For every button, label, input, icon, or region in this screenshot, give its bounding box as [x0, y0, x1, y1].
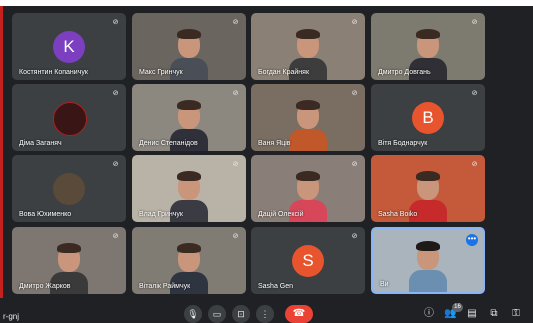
mic-off-icon: ⊘: [471, 90, 478, 97]
mic-off-icon: ⊘: [351, 90, 358, 97]
hangup-icon: ☎: [292, 308, 306, 319]
mic-off-icon: ⊘: [232, 233, 239, 240]
left-edge-accent: [0, 6, 3, 298]
participant-name: Ваня Яців: [258, 140, 291, 147]
participant-name: Костянтин Копаничук: [19, 69, 88, 76]
present-button[interactable]: ⊡: [232, 305, 250, 323]
mic-off-icon: ⊘: [471, 161, 478, 168]
participant-tile[interactable]: ⊘ Віталік Раймчук: [132, 227, 246, 294]
participant-tile[interactable]: B ⊘ Вітя Боднарчук: [371, 84, 485, 151]
more-options-icon: ⋮: [260, 309, 270, 319]
participant-tile[interactable]: ⊘ Дмитро Жарков: [12, 227, 126, 294]
present-icon: ⊡: [237, 309, 245, 319]
participant-tile[interactable]: ⊘ Богдан Крайняк: [251, 13, 365, 80]
more-options-button[interactable]: ⋮: [256, 305, 274, 323]
participant-name: Дацій Олексій: [258, 211, 304, 218]
mic-off-icon: ⊘: [112, 233, 119, 240]
participant-name: Дмитро Довгань: [378, 69, 431, 76]
participant-tile[interactable]: ⊘ Дмитро Довгань: [371, 13, 485, 80]
top-edge-bar: [0, 0, 533, 6]
participant-tile[interactable]: ⊘ Діма Заганяч: [12, 84, 126, 151]
participant-name: Влад Гринчук: [139, 211, 183, 218]
mic-off-icon: ⊘: [232, 19, 239, 26]
participant-name: Sasha Gen: [258, 283, 294, 290]
participant-tile[interactable]: S ⊘ Sasha Gen: [251, 227, 365, 294]
participant-name: Дмитро Жарков: [19, 283, 71, 290]
participant-tile[interactable]: ⊘ Влад Гринчук: [132, 155, 246, 222]
mic-off-icon: ⊘: [351, 19, 358, 26]
participant-tile[interactable]: ⊘ Денис Степанідов: [132, 84, 246, 151]
mic-off-icon: ⊘: [232, 161, 239, 168]
participant-name: Діма Заганяч: [19, 140, 62, 147]
mic-off-icon: ⊘: [232, 90, 239, 97]
participant-count-badge: 16: [452, 303, 463, 312]
activities-icon[interactable]: ⧉: [488, 308, 500, 320]
mic-icon: 🎙: [187, 309, 199, 319]
participant-tile[interactable]: ⊘ Макс Гринчук: [132, 13, 246, 80]
participant-name: Вова Юхименко: [19, 211, 72, 218]
meeting-code: r-gnj: [3, 312, 20, 321]
participant-name: Макс Гринчук: [139, 69, 183, 76]
video-feed: [409, 240, 447, 292]
participant-name: Вітя Боднарчук: [378, 140, 428, 147]
participant-tile[interactable]: ⊘ Дацій Олексій: [251, 155, 365, 222]
mic-off-icon: ⊘: [112, 19, 119, 26]
mic-off-icon: ⊘: [471, 19, 478, 26]
avatar: [53, 102, 87, 136]
participant-name: Ви: [380, 281, 389, 288]
participant-tile[interactable]: K ⊘ Костянтин Копаничук: [12, 13, 126, 80]
avatar: [53, 173, 85, 205]
chat-icon[interactable]: ▤: [466, 308, 478, 320]
participant-name: Денис Степанідов: [139, 140, 198, 147]
mic-off-icon: ⊘: [351, 233, 358, 240]
camera-icon: ▭: [212, 309, 222, 319]
more-options-icon[interactable]: •••: [466, 234, 478, 246]
mic-button[interactable]: 🎙: [184, 305, 202, 323]
participant-name: Sasha Boiko: [378, 211, 418, 218]
participant-name: Богдан Крайняк: [258, 69, 310, 76]
hangup-button[interactable]: ☎: [285, 305, 313, 323]
mic-off-icon: ⊘: [351, 161, 358, 168]
participant-name: Віталік Раймчук: [139, 283, 191, 290]
self-view-tile[interactable]: ••• Ви: [371, 227, 485, 294]
host-controls-icon[interactable]: ⚿: [510, 308, 522, 320]
participant-tile[interactable]: ⊘ Ваня Яців: [251, 84, 365, 151]
avatar: K: [53, 31, 85, 63]
camera-button[interactable]: ▭: [208, 305, 226, 323]
participant-tile[interactable]: ⊘ Вова Юхименко: [12, 155, 126, 222]
mic-off-icon: ⊘: [112, 90, 119, 97]
mic-off-icon: ⊘: [112, 161, 119, 168]
video-feed: [289, 99, 327, 151]
participant-tile[interactable]: ⊘ Sasha Boiko: [371, 155, 485, 222]
avatar: S: [292, 245, 324, 277]
avatar: B: [412, 102, 444, 134]
info-icon[interactable]: ⓘ: [423, 308, 435, 320]
